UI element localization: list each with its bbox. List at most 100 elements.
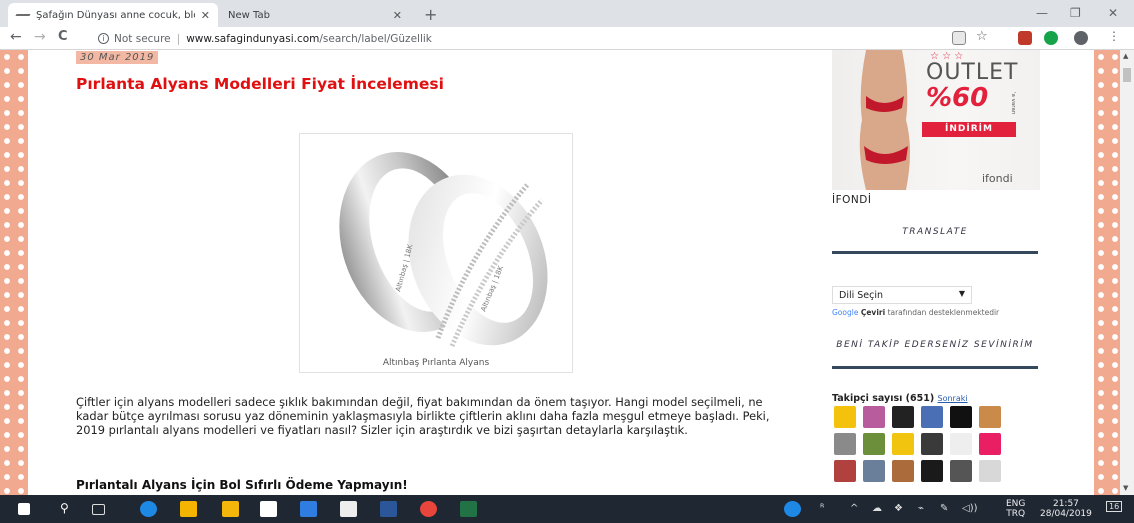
follower-avatar[interactable] xyxy=(863,406,885,428)
site-favicon-icon xyxy=(16,10,30,20)
post-image[interactable]: Altınbaş | 18K Altınbaş | 18K Altınbaş P… xyxy=(299,133,573,373)
follower-avatar[interactable] xyxy=(892,433,914,455)
google-translate-credit: Google Çeviri tarafından desteklenmekted… xyxy=(832,308,999,317)
post-date: 30 Mar 2019 xyxy=(76,51,159,64)
url-path: /search/label/Güzellik xyxy=(319,32,432,45)
follower-avatar[interactable] xyxy=(834,433,856,455)
url-host: www.safagindunyasi.com xyxy=(186,32,320,45)
scroll-down-arrow-icon[interactable]: ▼ xyxy=(1123,484,1128,492)
bookmark-star-icon[interactable]: ☆ xyxy=(976,29,990,44)
clock-date: 28/04/2019 xyxy=(1040,509,1092,519)
mail-icon[interactable] xyxy=(340,501,357,517)
credit-text: tarafından desteklenmektedir xyxy=(887,308,1000,317)
language-select[interactable]: Dili Seçin ▼ xyxy=(832,286,972,304)
translate-heading: TRANSLATE xyxy=(902,227,968,237)
new-tab-button[interactable]: + xyxy=(424,5,437,24)
follower-avatar[interactable] xyxy=(863,460,885,482)
translate-extension-icon[interactable] xyxy=(952,31,966,45)
file-explorer-icon[interactable] xyxy=(180,501,197,517)
reload-button[interactable]: C xyxy=(58,29,68,44)
tab-title: Şafağın Dünyası anne cocuk, blo xyxy=(36,9,195,21)
people-icon[interactable]: ᴿ xyxy=(820,503,824,514)
minimize-button[interactable]: — xyxy=(1036,6,1048,20)
follower-avatar[interactable] xyxy=(834,460,856,482)
follower-avatar[interactable] xyxy=(979,433,1001,455)
pen-icon[interactable]: ✎ xyxy=(940,503,948,514)
dropbox-icon[interactable] xyxy=(300,501,317,517)
back-button[interactable]: ← xyxy=(10,29,22,45)
network-icon[interactable]: ⌁ xyxy=(918,503,924,514)
grammarly-extension-icon[interactable] xyxy=(1044,31,1058,45)
language-top: ENG xyxy=(1006,499,1026,509)
follower-avatar[interactable] xyxy=(892,460,914,482)
follower-avatar[interactable] xyxy=(950,460,972,482)
help-icon[interactable] xyxy=(784,501,801,517)
volume-icon[interactable]: ◁)) xyxy=(962,503,978,514)
follower-avatar[interactable] xyxy=(863,433,885,455)
system-clock[interactable]: 21:57 28/04/2019 xyxy=(1040,499,1092,519)
close-tab-icon[interactable]: ✕ xyxy=(393,9,402,22)
ad-discount-note: 'a varan xyxy=(1010,92,1016,115)
ad-discount-button[interactable]: İNDİRİM xyxy=(922,122,1016,137)
close-window-button[interactable]: ✕ xyxy=(1108,6,1118,20)
scroll-up-arrow-icon[interactable]: ▲ xyxy=(1123,52,1128,60)
follower-avatar[interactable] xyxy=(921,406,943,428)
image-caption: Altınbaş Pırlanta Alyans xyxy=(382,358,490,368)
post-subheading: Pırlantalı Alyans İçin Bol Sıfırlı Ödeme… xyxy=(76,478,408,492)
ad-label: İFONDİ xyxy=(832,194,872,206)
edge-browser-icon[interactable] xyxy=(140,501,157,517)
close-tab-icon[interactable]: ✕ xyxy=(201,9,210,22)
restore-button[interactable]: ❐ xyxy=(1070,6,1081,20)
store-icon[interactable] xyxy=(222,501,239,517)
windows-start-icon[interactable] xyxy=(18,503,30,515)
dropbox-tray-icon[interactable]: ❖ xyxy=(894,503,903,514)
chrome-icon[interactable] xyxy=(420,501,437,517)
google-logo: Google xyxy=(832,308,859,317)
word-icon[interactable] xyxy=(380,501,397,517)
dropdown-caret-icon: ▼ xyxy=(958,289,965,298)
clock-time: 21:57 xyxy=(1052,499,1079,509)
profile-icon[interactable] xyxy=(1074,31,1088,45)
followers-next-link[interactable]: Sonraki xyxy=(938,394,968,403)
follower-avatar[interactable] xyxy=(950,433,972,455)
tab-new-tab[interactable]: New Tab ✕ xyxy=(220,3,410,27)
menu-icon[interactable]: ⋮ xyxy=(1108,29,1122,43)
excel-icon[interactable] xyxy=(460,501,477,517)
follow-heading-rule xyxy=(832,366,1038,369)
language-bottom: TRQ xyxy=(1006,509,1026,519)
follower-avatar[interactable] xyxy=(892,406,914,428)
ad-brand: ifondi xyxy=(982,172,1013,185)
ad-outlet: OUTLET xyxy=(926,60,1019,85)
wedding-rings-image: Altınbaş | 18K Altınbaş | 18K xyxy=(339,152,548,347)
show-hidden-icons-icon[interactable]: ^ xyxy=(850,503,858,514)
followers-count: Takipçi sayısı (651) Sonraki xyxy=(832,393,968,404)
ceviri-link[interactable]: Çeviri xyxy=(861,308,885,317)
follower-avatar[interactable] xyxy=(979,406,1001,428)
followers-label: Takipçi sayısı (651) xyxy=(832,393,935,404)
follower-avatar[interactable] xyxy=(921,460,943,482)
follower-avatars xyxy=(834,406,1014,482)
follower-avatar[interactable] xyxy=(979,460,1001,482)
search-icon[interactable]: ⚲ xyxy=(60,501,69,515)
follow-heading: BENİ TAKİP EDERSENİZ SEVİNİRİM xyxy=(836,340,1034,350)
pdf-extension-icon[interactable] xyxy=(1018,31,1032,45)
windows-taskbar: ⚲ ᴿ ^ ☁ ❖ ⌁ ✎ ◁)) ENG TRQ 21:57 28/04/20… xyxy=(0,495,1134,523)
amazon-icon[interactable] xyxy=(260,501,277,517)
post-title[interactable]: Pırlanta Alyans Modelleri Fiyat İnceleme… xyxy=(76,75,444,93)
ifondi-advertisement[interactable]: ☆ ☆ ☆ OUTLET %60 'a varan İNDİRİM ifondi xyxy=(832,50,1040,190)
polka-dot-border-right xyxy=(1094,50,1122,495)
ad-discount: %60 xyxy=(926,83,989,113)
forward-button[interactable]: → xyxy=(34,29,46,45)
address-bar[interactable]: i Not secure | www.safagindunyasi.com /s… xyxy=(98,30,938,47)
scrollbar-thumb[interactable] xyxy=(1123,68,1131,82)
follower-avatar[interactable] xyxy=(921,433,943,455)
language-indicator[interactable]: ENG TRQ xyxy=(1006,499,1025,519)
notification-center-icon[interactable]: 16 xyxy=(1106,501,1123,512)
task-view-icon[interactable] xyxy=(92,504,105,515)
follower-avatar[interactable] xyxy=(950,406,972,428)
tab-safagin-dunyasi[interactable]: Şafağın Dünyası anne cocuk, blo ✕ xyxy=(8,3,218,27)
onedrive-icon[interactable]: ☁ xyxy=(872,503,882,514)
follower-avatar[interactable] xyxy=(834,406,856,428)
page-scrollbar[interactable]: ▲ ▼ xyxy=(1120,50,1134,495)
site-info-icon[interactable]: i xyxy=(98,33,109,44)
